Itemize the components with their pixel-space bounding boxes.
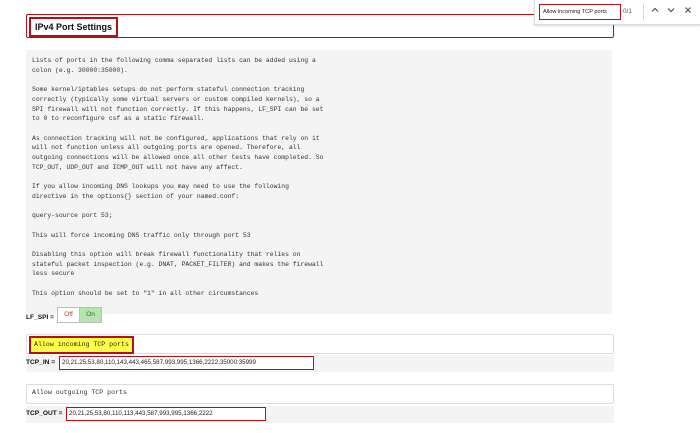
help-line: This option should be set to "1" in all …: [32, 289, 259, 297]
help-line: This will force incoming DNS traffic onl…: [32, 231, 251, 239]
tcp-out-input[interactable]: 20,21,25,53,80,110,113,443,587,993,995,1…: [66, 407, 266, 421]
tcp-out-label: TCP_OUT =: [26, 410, 63, 417]
help-line: Disabling this option will break firewal…: [32, 251, 301, 258]
help-line: directive in the options{} section of yo…: [32, 192, 240, 200]
tcp-in-description: Allow incoming TCP ports: [29, 336, 134, 354]
chevron-up-icon[interactable]: [649, 5, 661, 19]
chevron-down-icon[interactable]: [665, 5, 677, 19]
help-text-block: Lists of ports in the following comma se…: [26, 50, 612, 314]
help-line: colon (e.g. 30000:35000).: [32, 66, 128, 74]
help-line: Some kernel/iptables setups do not perfo…: [32, 86, 305, 94]
tcp-out-description: Allow outgoing TCP ports: [32, 389, 127, 396]
tcp-in-label: TCP_IN =: [26, 359, 56, 366]
help-line: As connection tracking will not be confi…: [32, 134, 320, 142]
section-header: IPv4 Port Settings: [26, 14, 614, 38]
find-bar: Allow incoming TCP ports 0/1: [534, 0, 700, 25]
help-line: correctly (typically some virtual server…: [32, 95, 320, 103]
lf-spi-on-toggle[interactable]: On: [79, 307, 102, 323]
tcp-out-row: TCP_OUT = 20,21,25,53,80,110,113,443,587…: [26, 406, 614, 423]
help-line: Lists of ports in the following comma se…: [32, 57, 316, 64]
tcp-in-row: TCP_IN = 20,21,25,53,80,110,143,443,465,…: [26, 355, 614, 372]
help-line: SPI firewall will not function correctly…: [32, 105, 324, 113]
help-line: to 0 to reconfigure csf as a static fire…: [32, 115, 205, 123]
section-title: IPv4 Port Settings: [29, 17, 119, 37]
find-match-count: 0/1: [623, 8, 632, 15]
tcp-in-description-box: Allow incoming TCP ports: [26, 334, 614, 354]
tcp-in-input[interactable]: 20,21,25,53,80,110,143,443,465,587,993,9…: [59, 356, 314, 370]
help-line: less secure: [32, 270, 75, 278]
help-line: TCP_OUT, UDP_OUT and ICMP_OUT will not h…: [32, 163, 243, 171]
help-line: If you allow incoming DNS lookups you ma…: [32, 183, 289, 191]
lf-spi-label: LF_SPI =: [26, 314, 55, 321]
tcp-out-description-box: Allow outgoing TCP ports: [26, 384, 614, 404]
close-icon[interactable]: [682, 5, 694, 19]
help-line: query-source port 53;: [32, 212, 113, 220]
find-input[interactable]: Allow incoming TCP ports: [539, 4, 621, 20]
help-line: outgoing connections will be allowed onc…: [32, 154, 324, 161]
help-line: will not function unless all outgoing po…: [32, 144, 301, 152]
lf-spi-off-toggle[interactable]: Off: [57, 307, 80, 323]
find-divider: [643, 4, 644, 20]
help-line: stateful packet inspection (e.g. DNAT, P…: [32, 260, 324, 268]
